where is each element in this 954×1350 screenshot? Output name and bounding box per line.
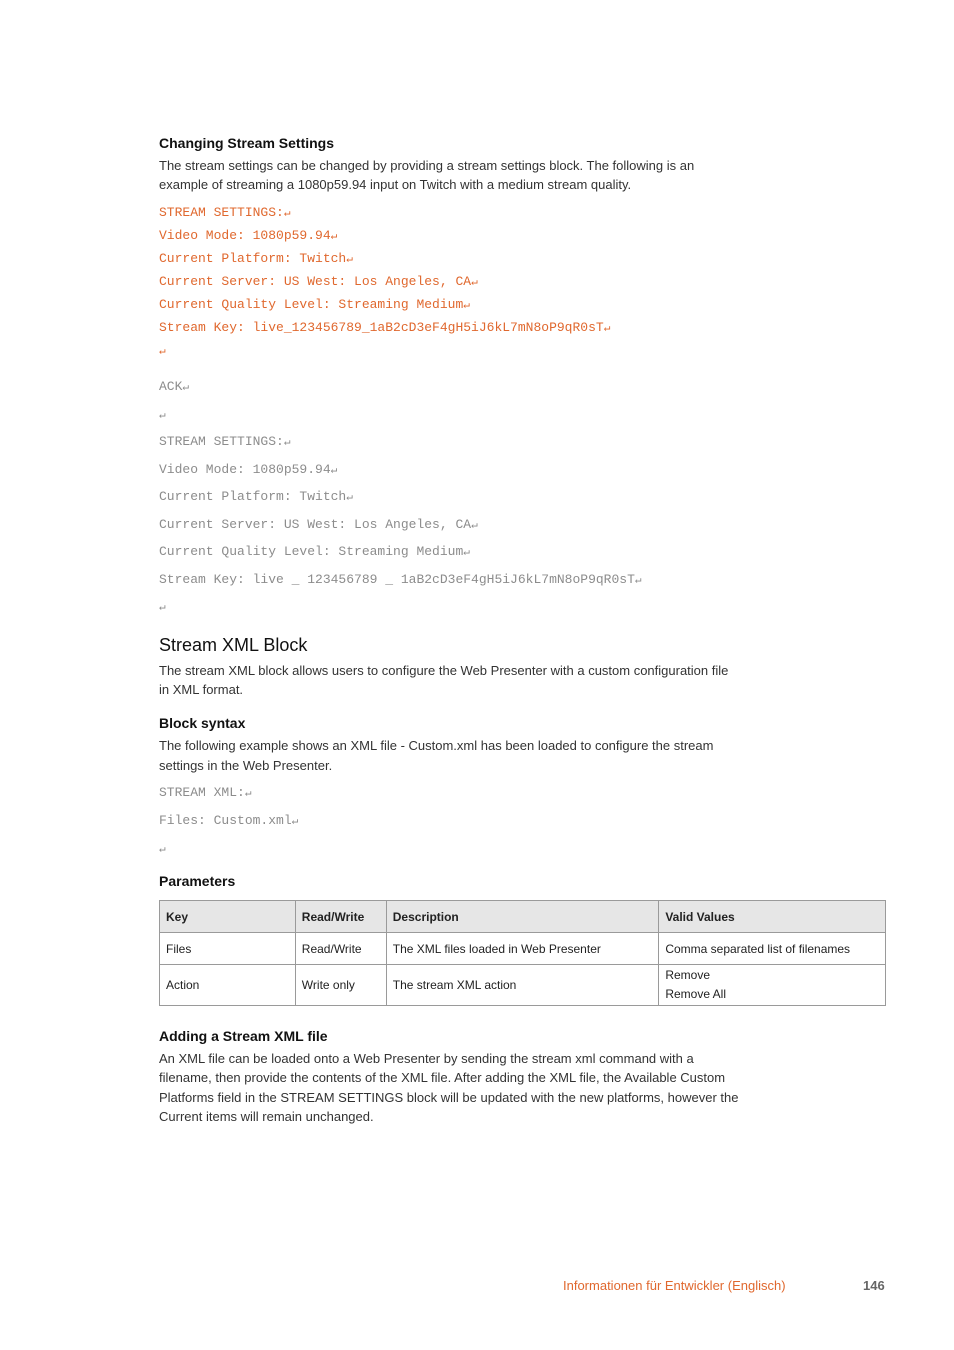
cell-description: The stream XML action: [385, 964, 660, 1006]
cell-key: Action: [159, 964, 296, 1006]
cell-key: Files: [159, 932, 296, 965]
code-line: Current Platform: Twitch↵: [159, 251, 353, 266]
code-line: ↵: [159, 342, 166, 361]
xml-intro-line-2: in XML format.: [159, 682, 244, 697]
subheading-block-syntax: Block syntax: [159, 715, 246, 731]
block-syntax-line-2: settings in the Web Presenter.: [159, 758, 333, 773]
return-icon: ↵: [159, 844, 166, 856]
cell-valid-values: Comma separated list of filenames: [658, 932, 886, 965]
return-icon: ↵: [330, 464, 338, 477]
code-line: Current Quality Level: Streaming Medium↵: [159, 297, 470, 312]
intro-line-2: example of streaming a 1080p59.94 input …: [159, 177, 632, 192]
return-icon: ↵: [634, 574, 642, 587]
code-line: Current Server: US West: Los Angeles, CA…: [159, 274, 478, 289]
return-icon: ↵: [471, 519, 478, 532]
return-icon: ↵: [463, 547, 470, 559]
subheading-parameters: Parameters: [159, 873, 236, 889]
cell-description: The XML files loaded in Web Presenter: [385, 932, 660, 965]
return-icon: ↵: [159, 409, 166, 422]
intro-line-1: The stream settings can be changed by pr…: [159, 158, 695, 173]
return-icon: ↵: [244, 788, 252, 800]
cell-valid-values: Remove Remove All: [658, 964, 886, 1006]
code-line: Video Mode: 1080p59.94↵: [159, 228, 338, 243]
column-header-key: Key: [159, 900, 296, 933]
block-syntax-line-1: The following example shows an XML file …: [159, 738, 714, 753]
table-row: Files Read/Write The XML files loaded in…: [159, 932, 886, 965]
return-icon: ↵: [471, 277, 478, 289]
parameters-table: Key Read/Write Description Valid Values …: [159, 900, 886, 1006]
return-icon: ↵: [291, 816, 299, 828]
code-line: ↵: [159, 598, 166, 617]
subheading-adding-stream-xml-file: Adding a Stream XML file: [159, 1028, 328, 1044]
footer-page-number: 146: [863, 1278, 885, 1293]
adding-line-2: filename, then provide the contents of t…: [159, 1070, 726, 1085]
adding-line-1: An XML file can be loaded onto a Web Pre…: [159, 1051, 694, 1066]
code-line: ↵: [159, 840, 166, 859]
valid-value: Remove All: [665, 987, 727, 1001]
section-heading-changing-stream-settings: Changing Stream Settings: [159, 135, 335, 151]
code-line: ↵: [159, 406, 166, 425]
xml-intro-line-1: The stream XML block allows users to con…: [159, 663, 729, 678]
column-header-description: Description: [385, 900, 660, 933]
code-line: Current Quality Level: Streaming Medium↵: [159, 544, 470, 559]
return-icon: ↵: [182, 382, 190, 394]
section-heading-stream-xml-block: Stream XML Block: [159, 635, 308, 655]
return-icon: ↵: [603, 323, 611, 335]
return-icon: ↵: [463, 300, 470, 312]
cell-read-write: Write only: [294, 964, 387, 1006]
code-line: Video Mode: 1080p59.94↵: [159, 461, 338, 477]
table-header-row: Key Read/Write Description Valid Values: [159, 900, 886, 933]
footer-section-label: Informationen für Entwickler (Englisch): [563, 1278, 786, 1293]
code-line: Current Server: US West: Los Angeles, CA…: [159, 516, 478, 532]
adding-line-4: Current items will remain unchanged.: [159, 1109, 374, 1124]
cell-read-write: Read/Write: [294, 932, 387, 965]
valid-value: Remove: [665, 968, 710, 982]
code-line: Files: Custom.xml↵: [159, 813, 299, 828]
code-line: STREAM XML:↵: [159, 785, 252, 800]
return-icon: ↵: [330, 231, 338, 243]
table-row: Action Write only The stream XML action …: [159, 964, 886, 1006]
column-header-valid-values: Valid Values: [658, 900, 886, 933]
return-icon: ↵: [346, 492, 353, 504]
return-icon: ↵: [346, 254, 353, 266]
code-line: Current Platform: Twitch↵: [159, 489, 353, 504]
code-line: Stream Key: live_123456789_1aB2cD3eF4gH5…: [159, 320, 611, 335]
return-icon: ↵: [159, 346, 166, 358]
code-line: Stream Key: live _ 123456789 _ 1aB2cD3eF…: [159, 571, 642, 587]
code-line: STREAM SETTINGS:↵: [159, 205, 291, 220]
column-header-read-write: Read/Write: [294, 900, 387, 933]
adding-line-3: Platforms field in the STREAM SETTINGS b…: [159, 1090, 739, 1105]
return-icon: ↵: [283, 208, 291, 220]
code-line: STREAM SETTINGS:↵: [159, 434, 291, 449]
return-icon: ↵: [159, 602, 166, 614]
return-icon: ↵: [283, 437, 291, 449]
code-line: ACK↵: [159, 379, 190, 394]
